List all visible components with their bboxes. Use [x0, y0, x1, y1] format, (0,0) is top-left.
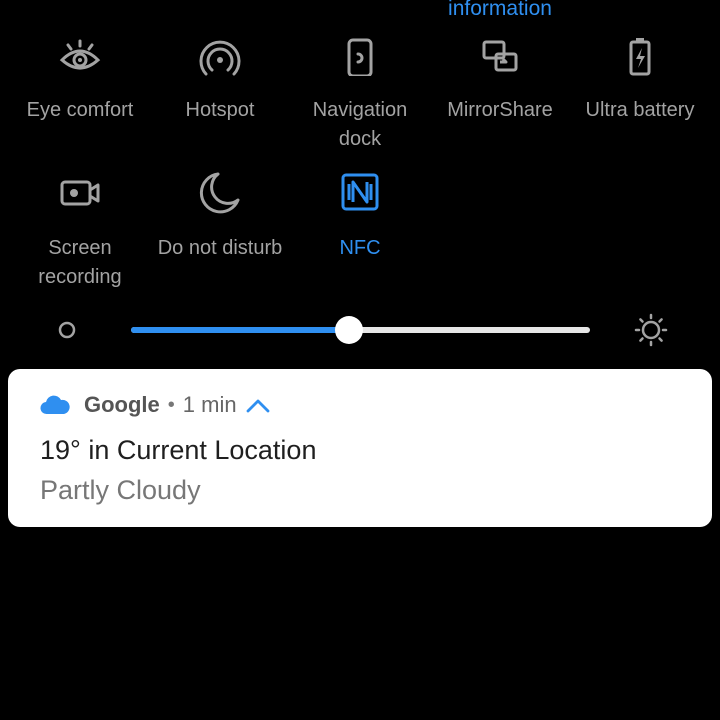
tile-label: Eye comfort: [26, 99, 134, 121]
tile-label: NFC: [339, 237, 381, 259]
nfc-icon: [338, 170, 382, 214]
moon-icon: [198, 170, 242, 214]
separator-dot: •: [167, 393, 175, 416]
tile-screen-recording[interactable]: Screen recording: [10, 170, 150, 292]
tile-label: Screen recording: [38, 237, 122, 288]
navigation-dock-icon: [338, 32, 382, 76]
tile-mirrorshare[interactable]: MirrorShare: [430, 32, 570, 125]
brightness-slider-thumb[interactable]: [335, 316, 364, 344]
mirrorshare-icon: [478, 32, 522, 76]
cloud-icon: [40, 395, 70, 415]
hotspot-icon: [198, 32, 242, 76]
tile-do-not-disturb[interactable]: Do not disturb: [150, 170, 290, 263]
notification-shade: information Eye comfort Hotspot Navigati…: [0, 0, 720, 720]
tile-label: Ultra battery: [585, 99, 695, 121]
brightness-control: [0, 308, 720, 352]
tile-navigation-dock[interactable]: Navigation dock: [290, 32, 430, 154]
eye-icon: [58, 32, 102, 76]
tile-label: Do not disturb: [157, 237, 283, 259]
tile-eye-comfort[interactable]: Eye comfort: [10, 32, 150, 125]
weather-notification-card[interactable]: Google • 1 min 19° in Current Location P…: [8, 369, 712, 527]
screen-recording-icon: [58, 170, 102, 214]
notification-time: 1 min: [182, 392, 237, 417]
tile-ultra-battery[interactable]: Ultra battery: [570, 32, 710, 125]
notification-text: Partly Cloudy: [40, 475, 201, 505]
notification-header: Google • 1 min: [40, 391, 271, 419]
tile-label: Hotspot: [185, 99, 255, 121]
tile-label-partial: information: [448, 0, 552, 20]
tile-label: Navigation dock: [312, 99, 408, 150]
app-name: Google: [84, 392, 160, 417]
brightness-high-icon: [634, 313, 668, 347]
tile-hotspot[interactable]: Hotspot: [150, 32, 290, 125]
chevron-up-icon[interactable]: [245, 396, 271, 414]
battery-icon: [618, 32, 662, 76]
tile-nfc[interactable]: NFC: [290, 170, 430, 263]
brightness-slider-fill: [131, 327, 350, 333]
brightness-slider[interactable]: [131, 316, 590, 344]
notification-title: 19° in Current Location: [40, 435, 317, 465]
brightness-low-icon: [58, 321, 76, 339]
tile-label: MirrorShare: [447, 99, 553, 121]
